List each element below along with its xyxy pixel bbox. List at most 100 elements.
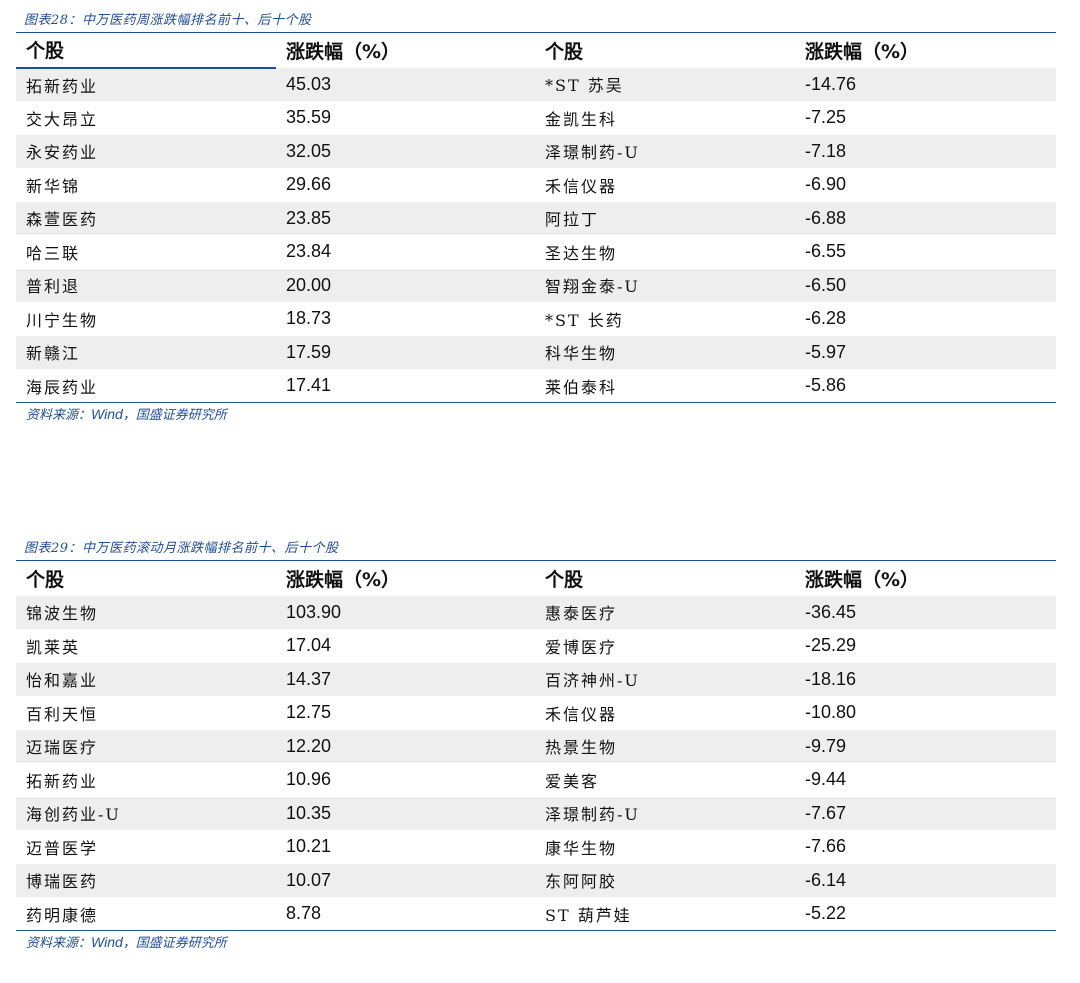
change-pct-loser: -7.66 xyxy=(805,836,847,857)
stock-name-gainer: 百利天恒 xyxy=(26,704,99,724)
header-stock: 个股 xyxy=(545,40,584,63)
source-prefix: 资料来源： xyxy=(26,936,92,951)
stock-name-gainer: 普利退 xyxy=(16,268,276,302)
change-pct-loser: -9.44 xyxy=(805,769,847,790)
header-change-pct: 涨跌幅（%） xyxy=(286,40,401,63)
table-header-row: 个股 涨跌幅（%） 个股 涨跌幅（%） xyxy=(16,560,1056,596)
change-pct-gainer: 17.59 xyxy=(276,335,535,369)
change-pct-gainer: 12.75 xyxy=(286,702,332,723)
stock-name-loser: 阿拉丁 xyxy=(535,201,795,235)
change-pct-gainer: 29.66 xyxy=(286,174,332,195)
change-pct-gainer: 10.21 xyxy=(286,836,332,857)
stock-name-loser: 禾信仪器 xyxy=(545,704,618,724)
table-row: 新赣江 17.59 科华生物 -5.97 xyxy=(16,335,1056,369)
change-pct-loser: -7.25 xyxy=(805,107,847,128)
stock-name-gainer: 拓新药业 xyxy=(26,771,99,791)
change-pct-gainer: 8.78 xyxy=(286,903,322,923)
header-stock: 个股 xyxy=(16,32,276,69)
stock-name-gainer: 博瑞医药 xyxy=(16,863,276,897)
stock-name-gainer: 川宁生物 xyxy=(26,310,99,330)
change-pct-loser: -6.55 xyxy=(805,241,847,262)
change-pct-gainer: 17.41 xyxy=(286,375,332,395)
stock-table-monthly: 个股 涨跌幅（%） 个股 涨跌幅（%） 锦波生物 103.90 惠泰医疗 -36.45… xyxy=(16,560,1056,931)
stock-name-gainer: 迈普医学 xyxy=(26,838,99,858)
stock-name-loser: *ST 苏吴 xyxy=(535,67,795,101)
table-row: 川宁生物 18.73 *ST 长药 -6.28 xyxy=(16,302,1056,336)
figure-title: 图表28：中万医药周涨跌幅排名前十、后十个股 xyxy=(24,13,312,28)
change-pct-loser: -36.45 xyxy=(795,595,1056,629)
table-row: 迈瑞医疗 12.20 热景生物 -9.79 xyxy=(16,729,1056,763)
stock-name-gainer: 新华锦 xyxy=(26,176,81,196)
change-pct-gainer: 23.85 xyxy=(276,201,535,235)
stock-name-loser: 莱伯泰科 xyxy=(545,377,618,397)
stock-name-gainer: 新赣江 xyxy=(16,335,276,369)
table-row: 海创药业-U 10.35 泽璟制药-U -7.67 xyxy=(16,796,1056,830)
stock-name-gainer: 永安药业 xyxy=(16,134,276,168)
stock-name-gainer: 拓新药业 xyxy=(16,67,276,101)
source-suffix: ，国盛证券研究所 xyxy=(122,936,227,951)
source-note: 资料来源：Wind，国盛证券研究所 xyxy=(16,931,1056,951)
table-row: 新华锦 29.66 禾信仪器 -6.90 xyxy=(16,168,1056,202)
stock-name-loser: 百济神州-U xyxy=(535,662,795,696)
change-pct-gainer: 18.73 xyxy=(286,308,332,329)
source-prefix: 资料来源： xyxy=(26,408,92,423)
change-pct-gainer: 14.37 xyxy=(276,662,535,696)
table-row: 普利退 20.00 智翔金泰-U -6.50 xyxy=(16,268,1056,302)
table-row: 永安药业 32.05 泽璟制药-U -7.18 xyxy=(16,134,1056,168)
change-pct-loser: -5.86 xyxy=(805,375,847,395)
stock-name-loser: 泽璟制药-U xyxy=(535,796,795,830)
table-header-row: 个股 涨跌幅（%） 个股 涨跌幅（%） xyxy=(16,32,1056,69)
stock-name-loser: 爱美客 xyxy=(545,771,600,791)
stock-name-gainer: 怡和嘉业 xyxy=(16,662,276,696)
change-pct-gainer: 23.84 xyxy=(286,241,332,262)
change-pct-loser: -6.14 xyxy=(795,863,1056,897)
change-pct-loser: -10.80 xyxy=(805,702,857,723)
header-stock: 个股 xyxy=(545,568,584,591)
stock-name-gainer: 迈瑞医疗 xyxy=(16,729,276,763)
table-row: 怡和嘉业 14.37 百济神州-U -18.16 xyxy=(16,662,1056,696)
change-pct-loser: -5.22 xyxy=(805,903,847,923)
change-pct-gainer: 103.90 xyxy=(276,595,535,629)
stock-name-loser: *ST 长药 xyxy=(545,310,624,330)
stock-table-weekly: 个股 涨跌幅（%） 个股 涨跌幅（%） 拓新药业 45.03 *ST 苏吴 -14.7… xyxy=(16,32,1056,403)
stock-name-gainer: 海辰药业 xyxy=(26,377,99,397)
change-pct-loser: -7.67 xyxy=(795,796,1056,830)
change-pct-gainer: 45.03 xyxy=(276,67,535,101)
table-row: 博瑞医药 10.07 东阿阿胶 -6.14 xyxy=(16,863,1056,897)
source-note: 资料来源：Wind，国盛证券研究所 xyxy=(16,403,1056,423)
stock-name-gainer: 锦波生物 xyxy=(16,595,276,629)
change-pct-loser: -18.16 xyxy=(795,662,1056,696)
header-change-pct: 涨跌幅（%） xyxy=(286,568,401,591)
change-pct-loser: -6.88 xyxy=(795,201,1056,235)
change-pct-loser: -7.18 xyxy=(795,134,1056,168)
table-row: 哈三联 23.84 圣达生物 -6.55 xyxy=(16,235,1056,269)
change-pct-gainer: 17.04 xyxy=(286,635,332,656)
change-pct-gainer: 20.00 xyxy=(276,268,535,302)
stock-name-gainer: 海创药业-U xyxy=(16,796,276,830)
change-pct-gainer: 10.96 xyxy=(286,769,332,790)
figure-28: 图表28：中万医药周涨跌幅排名前十、后十个股 个股 涨跌幅（%） 个股 涨跌幅（… xyxy=(16,10,1056,423)
table-row: 森萱医药 23.85 阿拉丁 -6.88 xyxy=(16,201,1056,235)
change-pct-gainer: 12.20 xyxy=(276,729,535,763)
stock-name-loser: 热景生物 xyxy=(535,729,795,763)
stock-name-loser: 圣达生物 xyxy=(545,243,618,263)
table-row: 药明康德 8.78 ST 葫芦娃 -5.22 xyxy=(16,897,1056,931)
change-pct-loser: -6.28 xyxy=(805,308,847,329)
change-pct-loser: -6.50 xyxy=(795,268,1056,302)
table-row: 百利天恒 12.75 禾信仪器 -10.80 xyxy=(16,696,1056,730)
change-pct-gainer: 35.59 xyxy=(286,107,332,128)
stock-name-loser: 东阿阿胶 xyxy=(535,863,795,897)
figure-title: 图表29：中万医药滚动月涨跌幅排名前十、后十个股 xyxy=(24,541,339,556)
change-pct-gainer: 32.05 xyxy=(276,134,535,168)
header-change-pct: 涨跌幅（%） xyxy=(805,568,920,591)
change-pct-loser: -14.76 xyxy=(795,67,1056,101)
header-change-pct: 涨跌幅（%） xyxy=(805,40,920,63)
source-wind: Wind xyxy=(91,934,123,950)
header-stock: 个股 xyxy=(26,568,65,591)
table-row: 海辰药业 17.41 莱伯泰科 -5.86 xyxy=(16,369,1056,403)
change-pct-loser: -9.79 xyxy=(795,729,1056,763)
change-pct-loser: -25.29 xyxy=(805,635,857,656)
stock-name-loser: 爱博医疗 xyxy=(545,637,618,657)
stock-name-loser: 惠泰医疗 xyxy=(535,595,795,629)
table-row: 拓新药业 10.96 爱美客 -9.44 xyxy=(16,763,1056,797)
